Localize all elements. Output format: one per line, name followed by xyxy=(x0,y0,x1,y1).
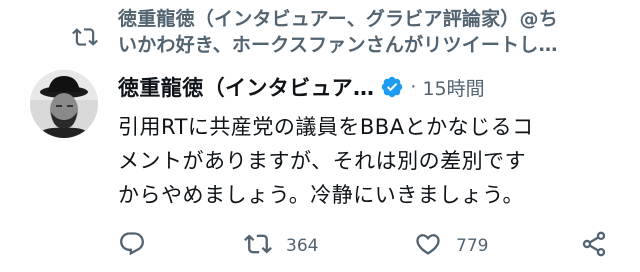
separator-dot: · xyxy=(410,76,417,98)
tweet-text: 引用RTに共産党の議員をBBAとかなじるコ メントがありますが、それは別の差別で… xyxy=(118,110,618,212)
share-button[interactable] xyxy=(580,228,608,264)
share-icon xyxy=(580,230,608,262)
retweet-context-text[interactable]: 徳重龍徳（インタビュアー、グラビア評論家）@ち いかわ好き、ホークスファンさんが… xyxy=(118,6,618,58)
avatar[interactable] xyxy=(30,70,98,138)
reply-icon xyxy=(118,230,146,262)
author-name[interactable]: 徳重龍徳（インタビュア… xyxy=(118,72,374,102)
tweet-text-line: メントがありますが、それは別の差別です xyxy=(118,149,527,173)
like-count: 779 xyxy=(456,236,489,256)
tweet-actions: 364 779 xyxy=(0,228,640,264)
retweet-icon xyxy=(72,24,98,50)
retweet-context-line: 徳重龍徳（インタビュアー、グラビア評論家）@ち xyxy=(118,8,558,30)
retweet-count: 364 xyxy=(286,236,319,256)
like-button[interactable]: 779 xyxy=(414,228,488,264)
retweet-button[interactable]: 364 xyxy=(244,228,318,264)
verified-badge-icon xyxy=(380,75,404,99)
heart-icon xyxy=(414,230,442,262)
reply-button[interactable] xyxy=(118,228,146,264)
retweet-icon xyxy=(244,230,272,262)
retweet-context-line: いかわ好き、ホークスファンさんがリツイートし… xyxy=(118,34,558,56)
retweet-context: 徳重龍徳（インタビュアー、グラビア評論家）@ち いかわ好き、ホークスファンさんが… xyxy=(0,0,640,64)
tweet-text-line: 引用RTに共産党の議員をBBAとかなじるコ xyxy=(118,115,534,139)
tweet-text-line: からやめましょう。冷静にいきましょう。 xyxy=(118,183,524,207)
tweet-timestamp[interactable]: 15時間 xyxy=(422,74,484,101)
tweet-header: 徳重龍徳（インタビュア… · 15時間 xyxy=(118,70,485,104)
